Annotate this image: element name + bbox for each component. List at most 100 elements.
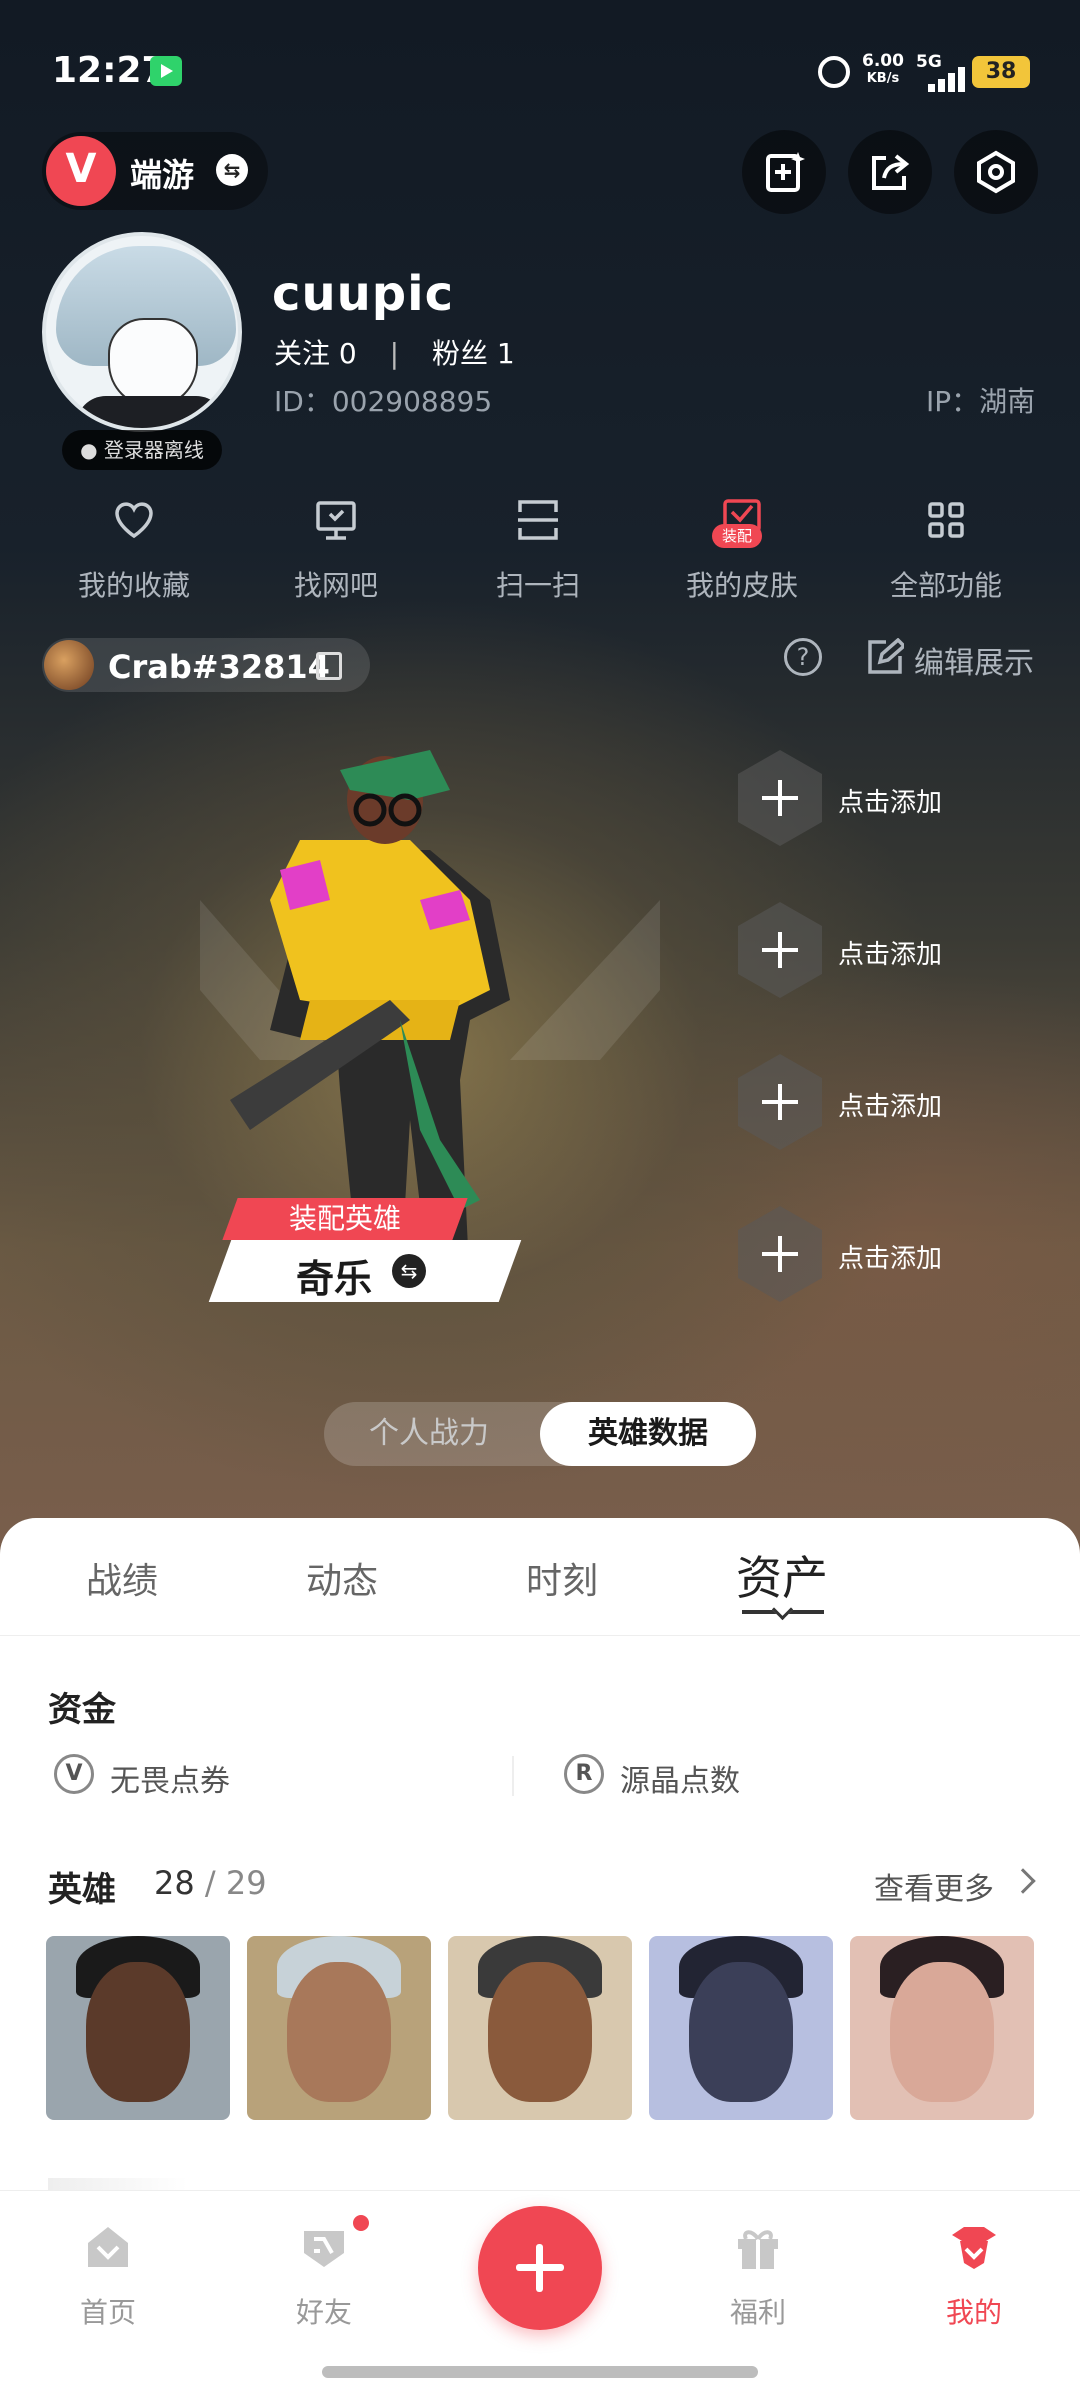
fund-label: 无畏点券 — [110, 1764, 230, 1799]
active-tab-indicator — [742, 1610, 824, 1614]
nav-label: 福利 — [729, 2296, 786, 2329]
add-slot-4[interactable]: 点击添加 — [738, 1206, 978, 1306]
tab-feed[interactable]: 动态 — [306, 1552, 378, 1604]
hero-portrait[interactable] — [448, 1936, 632, 2120]
following-count[interactable]: 关注 0 — [274, 337, 357, 370]
stats-toggle: 个人战力 英雄数据 — [324, 1402, 756, 1466]
funds-title: 资金 — [48, 1690, 116, 1730]
func-scan[interactable]: 扫一扫 — [448, 498, 628, 608]
equipped-hero-tag: 装配英雄 — [222, 1198, 468, 1240]
heroes-owned: 28 — [154, 1864, 195, 1902]
share-icon — [872, 154, 910, 190]
nav-label: 首页 — [79, 2296, 136, 2329]
portrait-face — [890, 1962, 994, 2102]
add-card-icon — [766, 152, 805, 192]
add-slot-2[interactable]: 点击添加 — [738, 902, 978, 1002]
hero-portrait[interactable] — [46, 1936, 230, 2120]
hero-portrait[interactable] — [247, 1936, 431, 2120]
add-slot-3[interactable]: 点击添加 — [738, 1054, 978, 1154]
hero-portrait[interactable] — [850, 1936, 1034, 2120]
heroes-total: / 29 — [204, 1864, 267, 1902]
add-icon — [738, 1206, 822, 1302]
tab-record[interactable]: 战绩 — [86, 1552, 158, 1604]
add-slot-label: 点击添加 — [838, 788, 943, 818]
func-find-cafe[interactable]: 找网吧 — [246, 498, 426, 608]
skin-equip-badge: 装配 — [712, 524, 762, 548]
fans-count[interactable]: 粉丝 1 — [432, 337, 515, 370]
riot-id-chip[interactable]: Crab#32814 — [42, 638, 370, 692]
monitor-icon — [316, 501, 356, 540]
func-label: 找网吧 — [293, 569, 378, 602]
nav-label: 好友 — [295, 2296, 352, 2329]
settings-icon — [977, 150, 1015, 194]
toggle-hero-data[interactable]: 英雄数据 — [540, 1402, 756, 1466]
edit-showcase-label: 编辑展示 — [914, 646, 1034, 681]
edit-icon — [868, 638, 904, 674]
portrait-face — [689, 1962, 793, 2102]
func-my-skins[interactable]: 装配 我的皮肤 — [652, 498, 832, 608]
view-more-label: 查看更多 — [874, 1872, 994, 1907]
grid-icon — [928, 502, 964, 538]
add-icon — [738, 1054, 822, 1150]
platform-label: 端游 — [130, 156, 195, 194]
view-more-button[interactable]: 查看更多 — [874, 1864, 1036, 1908]
user-id: ID：002908895 — [274, 385, 493, 418]
friends-notification-dot — [350, 2212, 372, 2234]
video-app-icon — [150, 56, 182, 86]
hero-name: 奇乐 — [296, 1257, 373, 1301]
add-slot-label: 点击添加 — [838, 1092, 943, 1122]
network-speed-unit: KB/s — [866, 71, 900, 86]
heroes-title: 英雄 — [48, 1870, 116, 1910]
portrait-face — [86, 1962, 190, 2102]
add-icon — [738, 750, 822, 846]
func-label: 扫一扫 — [495, 569, 580, 602]
portrait-face — [488, 1962, 592, 2102]
func-label: 我的皮肤 — [685, 569, 798, 602]
help-icon[interactable]: ? — [784, 638, 822, 676]
settings-button[interactable] — [954, 130, 1038, 214]
divider — [512, 1756, 514, 1796]
copy-icon[interactable] — [316, 652, 342, 680]
avatar-body — [76, 396, 226, 428]
func-all[interactable]: 全部功能 — [856, 498, 1036, 608]
profile-icon — [952, 2227, 996, 2269]
network-speed-value: 6.00 — [862, 51, 904, 71]
heart-icon — [115, 502, 153, 539]
create-post-button[interactable] — [478, 2206, 602, 2330]
battery-level: 38 — [972, 56, 1030, 88]
chevron-right-icon — [1010, 1868, 1036, 1894]
riot-id: Crab#32814 — [108, 648, 330, 686]
toggle-personal-power[interactable]: 个人战力 — [324, 1402, 534, 1466]
status-bar: 12:27 6.00 KB/s 5G 38 — [0, 0, 1080, 130]
login-status-badge: ● 登录器离线 — [62, 430, 222, 470]
add-card-button[interactable] — [742, 130, 826, 214]
portrait-face — [287, 1962, 391, 2102]
add-slot-1[interactable]: 点击添加 — [738, 750, 978, 850]
func-favorites[interactable]: 我的收藏 — [44, 498, 224, 608]
switch-hero-icon[interactable]: ⇆ — [392, 1254, 426, 1288]
home-indicator[interactable] — [322, 2366, 758, 2378]
equipped-hero-label: 装配英雄 — [288, 1202, 401, 1235]
content-tabs: 战绩 动态 时刻 资产 — [0, 1518, 1080, 1636]
scan-icon — [518, 500, 558, 540]
platform-switcher[interactable]: 端游 ⇆ — [42, 132, 268, 210]
switch-icon: ⇆ — [216, 154, 248, 186]
share-button[interactable] — [848, 130, 932, 214]
signal-icon — [918, 66, 970, 92]
gift-icon — [738, 2230, 778, 2269]
riot-avatar — [44, 640, 94, 690]
username: cuupic — [272, 266, 455, 322]
radianite-icon: R — [564, 1754, 604, 1794]
login-status-text: 登录器离线 — [103, 438, 204, 462]
network-speed: 6.00 KB/s — [862, 51, 904, 87]
add-slot-label: 点击添加 — [838, 940, 943, 970]
valorant-logo-icon — [46, 136, 116, 206]
avatar-face — [108, 318, 198, 408]
alarm-icon — [818, 56, 850, 88]
func-label: 我的收藏 — [77, 569, 190, 602]
heroes-count: 28 / 29 — [154, 1864, 267, 1902]
hero-name-tag[interactable]: 奇乐 ⇆ — [208, 1240, 522, 1302]
hero-portrait[interactable] — [649, 1936, 833, 2120]
tab-moments[interactable]: 时刻 — [526, 1552, 598, 1604]
avatar[interactable] — [42, 232, 242, 432]
